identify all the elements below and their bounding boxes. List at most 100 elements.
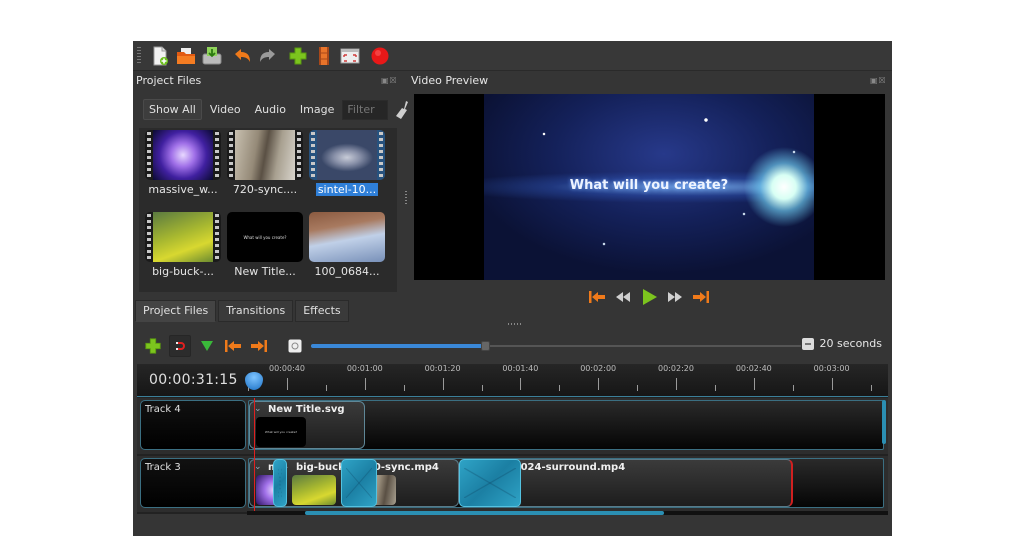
- new-project-button[interactable]: [149, 45, 171, 67]
- file-label: New Title...: [234, 265, 296, 278]
- clip-title: New Title.svg: [268, 404, 345, 415]
- ruler-major-tick: [831, 378, 833, 390]
- center-timeline-button[interactable]: [285, 336, 305, 356]
- video-preview-title: Video Preview: [411, 74, 489, 87]
- jump-start-button[interactable]: [588, 288, 606, 306]
- ruler-major-tick: [442, 378, 444, 390]
- timeline-toolbar: 20 seconds: [143, 335, 888, 357]
- jump-start-icon: [225, 340, 241, 352]
- film-icon: [319, 46, 329, 65]
- dock-tabs: Project Files Transitions Effects: [135, 300, 351, 322]
- snapping-toggle[interactable]: [169, 335, 191, 357]
- tab-effects[interactable]: Effects: [295, 300, 349, 322]
- file-label: 720-sync....: [232, 183, 298, 196]
- ruler-tick-label: 00:00:40: [269, 364, 305, 373]
- ruler-tick-label: 00:02:00: [580, 364, 617, 373]
- tab-transitions[interactable]: Transitions: [218, 300, 294, 322]
- track: Track 3 ⌄ m ⌄ big-buck- ⌄ 720-sync.mp4: [137, 456, 888, 512]
- file-thumbnail: [145, 130, 221, 180]
- file-label: massive_w...: [148, 183, 218, 196]
- transition[interactable]: [341, 459, 377, 507]
- open-project-button[interactable]: [175, 45, 197, 67]
- ruler-major-tick: [364, 378, 366, 390]
- zoom-out-icon: [288, 339, 302, 353]
- ruler-major-tick: [598, 378, 600, 390]
- file-item-selected[interactable]: sintel-10...: [307, 130, 387, 208]
- zoom-label: 20 seconds: [819, 337, 882, 350]
- timeline-horizontal-scrollbar[interactable]: [247, 511, 888, 515]
- previous-marker-button[interactable]: [223, 336, 243, 356]
- file-item[interactable]: massive_w...: [143, 130, 223, 208]
- marker-icon: [201, 341, 213, 351]
- add-track-button[interactable]: [143, 336, 163, 356]
- fullscreen-button[interactable]: [339, 45, 361, 67]
- open-folder-icon: [177, 47, 195, 64]
- ruler-minor-tick: [481, 385, 483, 391]
- video-preview-dock-controls[interactable]: ▣☒: [870, 76, 887, 85]
- filter-video[interactable]: Video: [204, 99, 247, 120]
- file-item[interactable]: What will you create? New Title...: [225, 212, 305, 290]
- fullscreen-icon: [340, 48, 360, 63]
- file-label: 100_0684...: [314, 265, 380, 278]
- ruler-tick-label: 00:01:20: [424, 364, 461, 373]
- clip-thumbnail: What will you create?: [256, 417, 306, 447]
- timeline[interactable]: 00:00:31:15 00:00:40 00:01:00 00:01:20 00:0…: [137, 364, 888, 515]
- openshot-window: Project Files ▣☒ Show All Video Audio Im…: [133, 41, 892, 536]
- filter-image[interactable]: Image: [294, 99, 340, 120]
- track-lane[interactable]: ⌄ New Title.svg What will you create?: [248, 400, 884, 450]
- fast-forward-button[interactable]: [666, 288, 684, 306]
- track-header[interactable]: Track 3: [140, 458, 246, 508]
- export-video-button[interactable]: [369, 45, 391, 67]
- undo-button[interactable]: [231, 45, 253, 67]
- file-item[interactable]: 720-sync....: [225, 130, 305, 208]
- project-files-dock-controls[interactable]: ▣☒: [381, 76, 398, 85]
- choose-profile-button[interactable]: [313, 45, 335, 67]
- ruler-major-tick: [520, 378, 522, 390]
- new-file-icon: [153, 46, 168, 65]
- filter-audio[interactable]: Audio: [249, 99, 292, 120]
- redo-button[interactable]: [257, 45, 279, 67]
- plus-icon: [289, 47, 307, 64]
- filter-input[interactable]: [342, 99, 389, 120]
- ruler-minor-tick: [714, 385, 716, 391]
- ruler-major-tick: [676, 378, 677, 390]
- track-name: Track 3: [145, 462, 181, 473]
- scrollbar-thumb[interactable]: [304, 511, 664, 515]
- import-files-button[interactable]: [287, 45, 309, 67]
- track-lane[interactable]: ⌄ m ⌄ big-buck- ⌄ 720-sync.mp4 ⌄ sintel-…: [248, 458, 884, 508]
- zoom-slider-handle[interactable]: [480, 341, 490, 351]
- ruler-tick-label: 00:03:00: [813, 364, 850, 373]
- zoom-readout: 20 seconds: [801, 337, 882, 350]
- jump-end-button[interactable]: [692, 288, 710, 306]
- ruler-minor-tick: [559, 385, 561, 391]
- next-marker-button[interactable]: [249, 336, 269, 356]
- track: Track 4 ⌄ New Title.svg What will you cr…: [137, 398, 888, 454]
- save-project-button[interactable]: [201, 45, 223, 67]
- transition[interactable]: [273, 459, 287, 507]
- timeline-zoom-slider[interactable]: [311, 341, 801, 351]
- filter-show-all[interactable]: Show All: [143, 99, 202, 120]
- transition[interactable]: [459, 459, 521, 507]
- ruler-minor-tick: [403, 385, 405, 391]
- file-item[interactable]: 100_0684...: [307, 212, 387, 290]
- add-marker-button[interactable]: [197, 336, 217, 356]
- zoom-in-icon[interactable]: [801, 337, 814, 350]
- play-button[interactable]: [640, 288, 658, 306]
- jump-start-icon: [589, 291, 605, 303]
- ruler-minor-tick: [637, 385, 639, 391]
- file-thumbnail: [145, 212, 221, 262]
- video-preview-canvas[interactable]: What will you create?: [414, 94, 885, 280]
- timeline-clip[interactable]: ⌄ New Title.svg What will you create?: [249, 401, 365, 449]
- file-label: big-buck-...: [152, 265, 214, 278]
- horizontal-splitter-handle[interactable]: [508, 323, 522, 325]
- file-thumbnail: [309, 130, 385, 180]
- file-thumbnail: What will you create?: [227, 212, 303, 262]
- timeline-vertical-scrollbar[interactable]: [882, 400, 886, 444]
- file-item[interactable]: big-buck-...: [143, 212, 223, 290]
- rewind-button[interactable]: [614, 288, 632, 306]
- vertical-splitter-handle[interactable]: [405, 191, 407, 205]
- tab-project-files[interactable]: Project Files: [135, 300, 217, 322]
- track-header[interactable]: Track 4: [140, 400, 246, 450]
- toolbar-grip[interactable]: [137, 46, 141, 65]
- clear-filter-icon[interactable]: [396, 100, 412, 119]
